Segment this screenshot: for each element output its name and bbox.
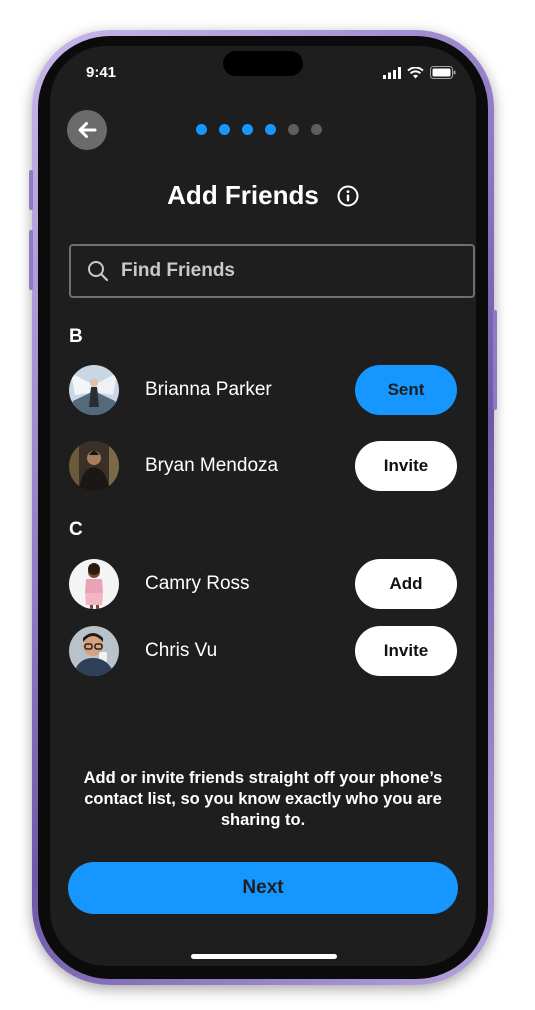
search-icon	[88, 261, 109, 282]
title-row: Add Friends	[50, 180, 476, 211]
contact-row: Chris Vu Invite	[69, 625, 457, 677]
home-indicator[interactable]	[191, 954, 337, 959]
arrow-left-icon	[78, 122, 97, 138]
wifi-icon	[407, 66, 424, 78]
app-screen: 9:41 Add Friends Find Friends B Brianna …	[50, 46, 476, 966]
avatar-photo-woman-pink-dress	[69, 559, 119, 609]
contact-row: Camry Ross Add	[69, 558, 457, 610]
progress-dot	[196, 124, 207, 135]
sent-button[interactable]: Sent	[355, 365, 457, 415]
side-button-left-2	[29, 230, 33, 290]
invite-button[interactable]: Invite	[355, 441, 457, 491]
page-title: Add Friends	[167, 180, 319, 210]
status-icons	[383, 66, 456, 79]
progress-dots	[196, 124, 322, 135]
signal-icon	[383, 66, 401, 79]
search-input[interactable]	[119, 259, 423, 283]
avatar	[69, 626, 119, 676]
progress-dot	[242, 124, 253, 135]
status-time: 9:41	[86, 64, 117, 81]
avatar	[69, 441, 119, 491]
contact-name: Bryan Mendoza	[145, 455, 279, 476]
side-button-left	[29, 170, 33, 210]
progress-dot	[265, 124, 276, 135]
next-button[interactable]: Next	[68, 862, 458, 914]
back-button[interactable]	[67, 110, 107, 150]
search-box[interactable]	[69, 244, 475, 298]
contact-row: Brianna Parker Sent	[69, 364, 457, 416]
description-text: Add or invite friends straight off your …	[83, 769, 443, 829]
progress-dot	[311, 124, 322, 135]
progress-dot	[288, 124, 299, 135]
dynamic-island	[223, 51, 303, 76]
side-button-right	[493, 310, 497, 410]
avatar-photo-man-dark-background	[69, 441, 119, 491]
info-icon[interactable]	[337, 185, 359, 207]
add-button[interactable]: Add	[355, 559, 457, 609]
avatar	[69, 365, 119, 415]
contact-name: Chris Vu	[145, 640, 218, 661]
contact-name: Camry Ross	[145, 573, 250, 594]
avatar-photo-man-glasses	[69, 626, 119, 676]
avatar-photo-winged-figure	[69, 365, 119, 415]
contact-name: Brianna Parker	[145, 379, 272, 400]
avatar	[69, 559, 119, 609]
progress-dot	[219, 124, 230, 135]
battery-icon	[430, 66, 456, 79]
contact-row: Bryan Mendoza Invite	[69, 440, 457, 492]
section-header-b: B	[69, 326, 83, 347]
invite-button[interactable]: Invite	[355, 626, 457, 676]
section-header-c: C	[69, 519, 83, 540]
